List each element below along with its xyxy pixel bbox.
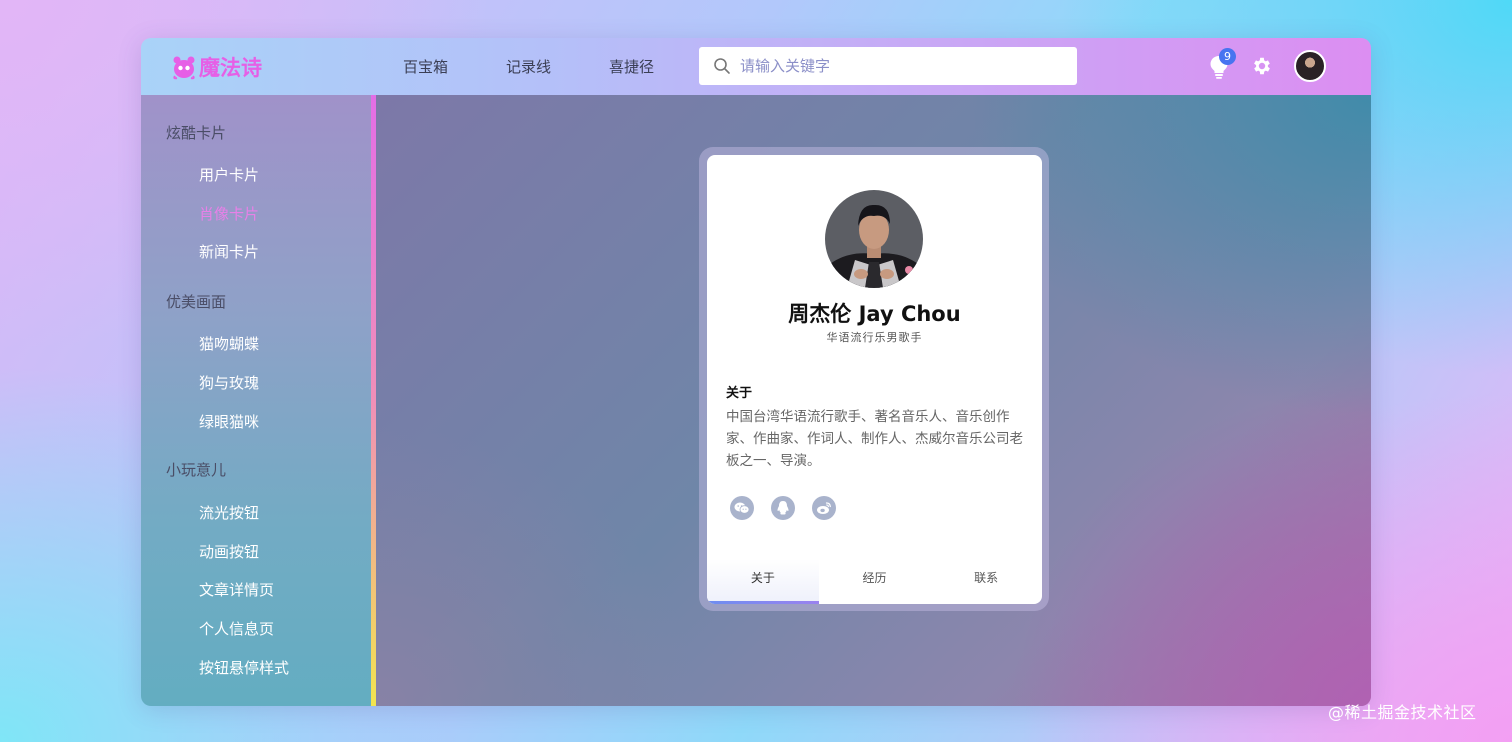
sidebar-item-news-card[interactable]: 新闻卡片: [199, 241, 259, 262]
sidebar-item-user-card[interactable]: 用户卡片: [199, 164, 259, 185]
watermark: @稀土掘金技术社区: [1328, 703, 1477, 722]
notification-badge: 9: [1219, 48, 1236, 65]
portrait-photo: [825, 190, 923, 288]
sidebar-group-title: 炫酷卡片: [166, 124, 227, 142]
sidebar-item-glow-button[interactable]: 流光按钮: [199, 502, 259, 523]
nav-item-baibaoxiang[interactable]: 百宝箱: [403, 56, 448, 77]
sidebar-item-cat-butterfly[interactable]: 猫吻蝴蝶: [199, 333, 259, 354]
sidebar-item-portrait-card[interactable]: 肖像卡片: [199, 203, 259, 224]
sidebar-item-dog-rose[interactable]: 狗与玫瑰: [199, 372, 259, 393]
about-heading: 关于: [726, 386, 753, 401]
qq-icon[interactable]: [771, 496, 795, 520]
card-tabs: 关于 经历 联系: [707, 559, 1042, 604]
about-text: 中国台湾华语流行歌手、著名音乐人、音乐创作家、作曲家、作词人、制作人、杰威尔音乐…: [726, 409, 1023, 469]
sidebar-item-button-hover[interactable]: 按钮悬停样式: [199, 657, 289, 678]
top-bar: 魔法诗 百宝箱 记录线 喜捷径 9: [141, 38, 1371, 95]
nav-item-xijiejing[interactable]: 喜捷径: [609, 56, 654, 77]
tab-experience[interactable]: 经历: [819, 559, 931, 604]
wechat-icon[interactable]: [730, 496, 754, 520]
weibo-icon[interactable]: [812, 496, 836, 520]
gear-icon[interactable]: [1251, 55, 1273, 77]
sidebar: 炫酷卡片 用户卡片 肖像卡片 新闻卡片 优美画面 猫吻蝴蝶 狗与玫瑰 绿眼猫咪 …: [141, 95, 374, 706]
search-box: [699, 47, 1077, 85]
search-icon: [714, 58, 730, 74]
logo[interactable]: 魔法诗: [171, 52, 262, 82]
sidebar-item-article-detail[interactable]: 文章详情页: [199, 579, 274, 600]
tab-about[interactable]: 关于: [707, 559, 819, 604]
nav-item-jiluxian[interactable]: 记录线: [506, 56, 551, 77]
logo-text: 魔法诗: [199, 56, 262, 80]
sidebar-item-profile-page[interactable]: 个人信息页: [199, 618, 274, 639]
sidebar-item-green-eyed-cat[interactable]: 绿眼猫咪: [199, 411, 259, 432]
portrait-card: 周杰伦 Jay Chou 华语流行乐男歌手 关于 中国台湾华语流行歌手、著名音乐…: [707, 155, 1042, 604]
search-input[interactable]: [738, 56, 1062, 76]
sidebar-item-animated-button[interactable]: 动画按钮: [199, 541, 259, 562]
card-name: 周杰伦 Jay Chou: [788, 302, 961, 326]
card-subtitle: 华语流行乐男歌手: [826, 331, 923, 344]
tab-contact[interactable]: 联系: [930, 559, 1042, 604]
logo-icon: [173, 56, 195, 80]
sidebar-group-title: 小玩意儿: [166, 461, 227, 479]
user-avatar[interactable]: [1294, 50, 1326, 82]
sidebar-group-title: 优美画面: [166, 293, 227, 311]
